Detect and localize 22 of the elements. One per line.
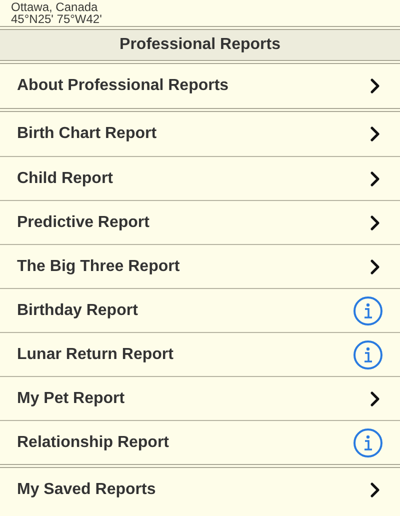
info-icon[interactable] xyxy=(353,340,383,370)
report-row[interactable]: Child Report xyxy=(0,156,400,200)
report-row[interactable]: My Pet Report xyxy=(0,376,400,420)
chevron-icon xyxy=(369,258,381,274)
report-row[interactable]: My Saved Reports xyxy=(0,468,400,512)
location-name: Ottawa, Canada xyxy=(11,1,99,13)
report-row[interactable]: Birthday Report xyxy=(0,288,400,332)
chevron-icon xyxy=(369,78,381,94)
chevron-icon xyxy=(369,126,381,142)
location-coordinates: 45°N25' 75°W42' xyxy=(11,13,103,25)
info-icon[interactable] xyxy=(353,428,383,458)
info-icon[interactable] xyxy=(353,296,383,326)
chevron-icon xyxy=(369,214,381,230)
chevron-icon xyxy=(369,390,381,406)
section-header: Professional Reports xyxy=(0,30,400,60)
report-row[interactable]: Birth Chart Report xyxy=(0,112,400,156)
chevron-icon xyxy=(369,482,381,498)
chevron-icon xyxy=(369,170,381,186)
report-row[interactable]: Predictive Report xyxy=(0,200,400,244)
report-row[interactable]: The Big Three Report xyxy=(0,244,400,288)
report-row[interactable]: Lunar Return Report xyxy=(0,332,400,376)
report-row[interactable]: About Professional Reports xyxy=(0,64,400,108)
